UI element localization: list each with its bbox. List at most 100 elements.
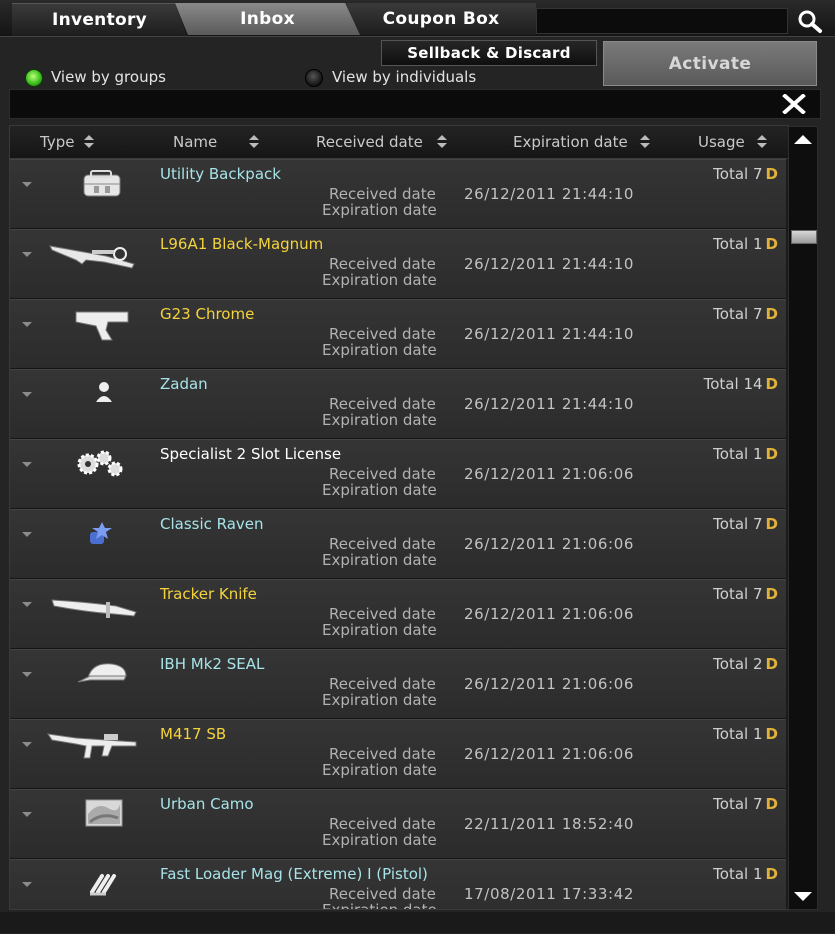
received-date-value: 26/12/2011 21:44:10 xyxy=(464,395,634,413)
day-unit: D xyxy=(765,725,778,743)
table-row[interactable]: M417 SB Received date 26/12/2011 21:06:06 E… xyxy=(10,719,786,789)
column-received-label: Received date xyxy=(316,133,423,151)
search-icon[interactable] xyxy=(796,8,824,34)
total-label: Total xyxy=(713,515,749,533)
total-label: Total xyxy=(713,235,749,253)
usage-total: Total 2D xyxy=(713,655,778,673)
table-row[interactable]: L96A1 Black-Magnum Received date 26/12/201… xyxy=(10,229,786,299)
column-expiration-date[interactable]: Expiration date xyxy=(513,133,650,151)
day-unit: D xyxy=(765,865,778,883)
expand-arrow-icon[interactable] xyxy=(22,462,32,467)
magazine-icon xyxy=(46,864,140,904)
column-type[interactable]: Type xyxy=(40,133,95,151)
day-unit: D xyxy=(765,585,778,603)
table-row[interactable]: Classic Raven Received date 26/12/2011 21:… xyxy=(10,509,786,579)
total-label: Total xyxy=(713,585,749,603)
assault-rifle-icon xyxy=(46,724,140,764)
rank-icon xyxy=(46,514,140,554)
tab-coupon-box[interactable]: Coupon Box xyxy=(346,3,536,35)
expand-arrow-icon[interactable] xyxy=(22,742,32,747)
expand-arrow-icon[interactable] xyxy=(22,812,32,817)
column-usage[interactable]: Usage xyxy=(698,133,767,151)
table-row[interactable]: Urban Camo Received date 22/11/2011 18:52:… xyxy=(10,789,786,859)
table-row[interactable]: Specialist 2 Slot License Received date 26… xyxy=(10,439,786,509)
expand-arrow-icon[interactable] xyxy=(22,182,32,187)
total-value: 2 xyxy=(753,655,763,673)
received-date-value: 26/12/2011 21:44:10 xyxy=(464,325,634,343)
column-name[interactable]: Name xyxy=(173,133,260,151)
expand-arrow-icon[interactable] xyxy=(22,882,32,887)
received-date-value: 26/12/2011 21:44:10 xyxy=(464,255,634,273)
day-unit: D xyxy=(765,515,778,533)
backpack-icon xyxy=(46,164,140,204)
table-row[interactable]: Fast Loader Mag (Extreme) I (Pistol) Rece… xyxy=(10,859,786,910)
view-by-groups-radio[interactable] xyxy=(25,69,43,87)
day-unit: D xyxy=(765,235,778,253)
day-unit: D xyxy=(765,305,778,323)
table-row[interactable]: IBH Mk2 SEAL Received date 26/12/2011 21:0… xyxy=(10,649,786,719)
table-row[interactable]: Zadan Received date 26/12/2011 21:44:10 Exp… xyxy=(10,369,786,439)
received-date-value: 26/12/2011 21:06:06 xyxy=(464,745,634,763)
search-input[interactable] xyxy=(536,8,788,34)
total-value: 7 xyxy=(753,305,763,323)
received-date-value: 22/11/2011 18:52:40 xyxy=(464,815,634,833)
close-icon[interactable] xyxy=(782,93,806,115)
day-unit: D xyxy=(765,375,778,393)
expiration-date-label: Expiration date xyxy=(322,761,437,779)
expand-arrow-icon[interactable] xyxy=(22,602,32,607)
view-by-individuals-radio[interactable] xyxy=(305,69,323,87)
character-icon xyxy=(46,374,140,414)
expand-arrow-icon[interactable] xyxy=(22,672,32,677)
activate-button[interactable]: Activate xyxy=(603,41,817,86)
scrollbar[interactable] xyxy=(788,126,818,910)
expand-arrow-icon[interactable] xyxy=(22,252,32,257)
table-row[interactable]: Tracker Knife Received date 26/12/2011 21:… xyxy=(10,579,786,649)
sort-icon xyxy=(84,135,95,149)
usage-total: Total 14 D xyxy=(704,375,778,393)
total-value: 7 xyxy=(753,515,763,533)
view-by-individuals-label[interactable]: View by individuals xyxy=(332,68,476,86)
expiration-date-label: Expiration date xyxy=(322,411,437,429)
expiration-date-label: Expiration date xyxy=(322,481,437,499)
sellback-discard-button[interactable]: Sellback & Discard xyxy=(381,40,597,66)
usage-total: Total 7D xyxy=(713,165,778,183)
total-label: Total xyxy=(713,165,749,183)
column-usage-label: Usage xyxy=(698,133,745,151)
received-date-value: 26/12/2011 21:06:06 xyxy=(464,535,634,553)
scroll-thumb[interactable] xyxy=(791,230,817,244)
sort-icon xyxy=(756,135,767,149)
item-name: L96A1 Black-Magnum xyxy=(160,235,324,253)
expiration-date-label: Expiration date xyxy=(322,271,437,289)
expand-arrow-icon[interactable] xyxy=(22,532,32,537)
item-name: Specialist 2 Slot License xyxy=(160,445,342,463)
scroll-up-icon[interactable] xyxy=(789,131,817,147)
item-name: Utility Backpack xyxy=(160,165,281,183)
column-type-label: Type xyxy=(40,133,75,151)
received-date-value: 26/12/2011 21:06:06 xyxy=(464,465,634,483)
total-label: Total xyxy=(713,655,749,673)
total-label: Total xyxy=(713,725,749,743)
item-name: Tracker Knife xyxy=(160,585,257,603)
expiration-date-label: Expiration date xyxy=(322,551,437,569)
column-received-date[interactable]: Received date xyxy=(316,133,447,151)
column-expiration-label: Expiration date xyxy=(513,133,628,151)
tab-inbox[interactable]: Inbox xyxy=(175,3,360,35)
total-value: 1 xyxy=(753,725,763,743)
table-row[interactable]: Utility Backpack Received date 26/12/2011 … xyxy=(10,159,786,229)
inbox-table: Type Name Received date Expiration date … xyxy=(9,125,789,910)
knife-icon xyxy=(46,584,140,624)
usage-total: Total 1D xyxy=(713,445,778,463)
view-by-groups-label[interactable]: View by groups xyxy=(51,68,166,86)
table-row[interactable]: G23 Chrome Received date 26/12/2011 21:44:… xyxy=(10,299,786,369)
expiration-date-label: Expiration date xyxy=(322,621,437,639)
notice-bar xyxy=(9,89,821,119)
expand-arrow-icon[interactable] xyxy=(22,392,32,397)
expiration-date-label: Expiration date xyxy=(322,201,437,219)
expand-arrow-icon[interactable] xyxy=(22,322,32,327)
expiration-date-label: Expiration date xyxy=(322,901,437,910)
received-date-value: 26/12/2011 21:06:06 xyxy=(464,605,634,623)
camo-icon xyxy=(46,794,140,834)
tab-inventory[interactable]: Inventory xyxy=(12,3,187,36)
scroll-down-icon[interactable] xyxy=(789,889,817,905)
sort-icon xyxy=(249,135,260,149)
